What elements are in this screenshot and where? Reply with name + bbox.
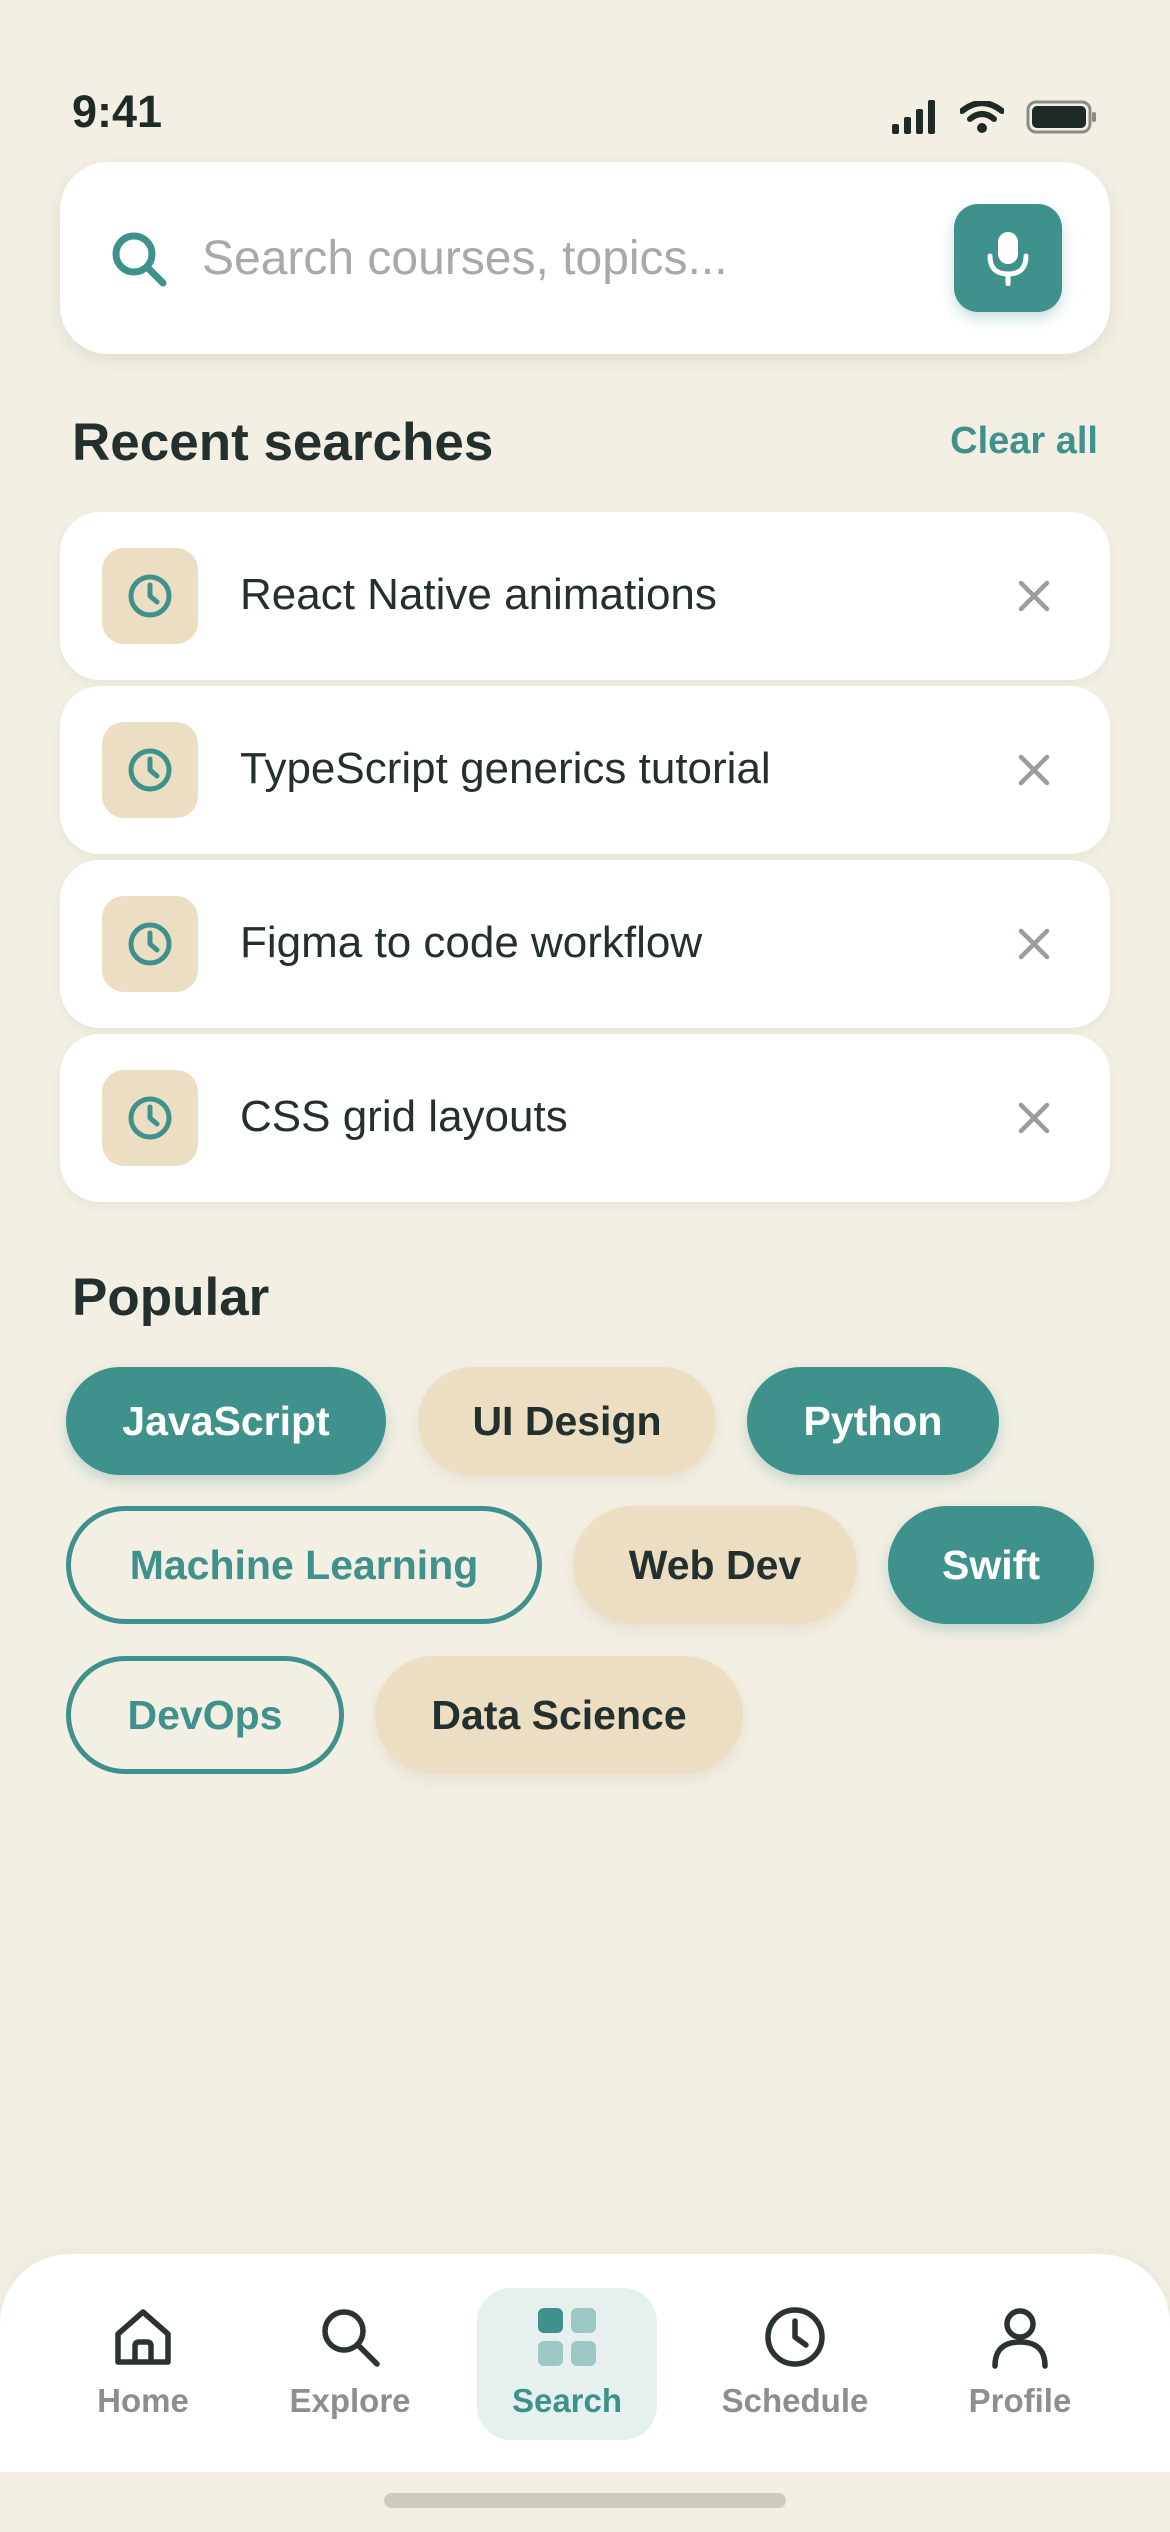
status-time: 9:41 [72, 86, 163, 137]
nav-label-schedule: Schedule [721, 2382, 869, 2419]
nav-item-schedule[interactable]: Schedule [715, 2288, 875, 2440]
clock-icon [128, 1096, 172, 1140]
grid-icon [538, 2308, 596, 2366]
home-indicator[interactable] [384, 2493, 786, 2508]
recent-searches-title: Recent searches [72, 413, 494, 472]
history-badge [102, 722, 198, 818]
clear-all-button[interactable]: Clear all [950, 420, 1098, 463]
remove-recent-button[interactable] [1000, 736, 1068, 804]
nav-label-home: Home [97, 2382, 189, 2419]
close-icon [1018, 1102, 1050, 1134]
bottom-navigation: Home Explore Search Schedule Profile [0, 2254, 1170, 2472]
search-icon [112, 232, 167, 287]
clock-icon [128, 574, 172, 618]
search-icon [322, 2309, 380, 2367]
search-screen: 9:41 Search courses, topics... Recent se… [0, 0, 1170, 2532]
clock-icon [128, 748, 172, 792]
microphone-icon [987, 232, 1029, 286]
recent-search-label: TypeScript generics tutorial [240, 744, 771, 793]
popular-chip-web-dev[interactable]: Web Dev [573, 1506, 857, 1624]
nav-item-search[interactable]: Search [477, 2288, 657, 2440]
close-icon [1018, 928, 1050, 960]
nav-item-home[interactable]: Home [73, 2288, 213, 2440]
wifi-icon [960, 101, 1004, 133]
nav-item-explore[interactable]: Explore [275, 2288, 425, 2440]
nav-label-profile: Profile [968, 2382, 1072, 2419]
voice-search-button[interactable] [954, 204, 1062, 312]
search-input[interactable] [202, 218, 972, 298]
remove-recent-button[interactable] [1000, 1084, 1068, 1152]
popular-chip-data-science[interactable]: Data Science [375, 1656, 743, 1774]
recent-search-item[interactable]: TypeScript generics tutorial [60, 686, 1110, 854]
nav-label-explore: Explore [289, 2382, 411, 2419]
history-badge [102, 896, 198, 992]
clock-icon [765, 2307, 825, 2367]
popular-chip-machine-learning[interactable]: Machine Learning [66, 1506, 542, 1624]
nav-label-search: Search [511, 2382, 623, 2419]
clock-icon [128, 922, 172, 966]
popular-chip-ui-design[interactable]: UI Design [418, 1367, 716, 1475]
remove-recent-button[interactable] [1000, 562, 1068, 630]
battery-icon [1026, 100, 1096, 134]
recent-search-item[interactable]: React Native animations [60, 512, 1110, 680]
status-bar: 9:41 [0, 0, 1170, 150]
recent-search-label: Figma to code workflow [240, 918, 703, 967]
popular-chip-devops[interactable]: DevOps [66, 1656, 344, 1774]
history-badge [102, 548, 198, 644]
recent-searches-list: React Native animations TypeScript gener… [60, 512, 1110, 1208]
popular-chip-swift[interactable]: Swift [888, 1506, 1094, 1624]
recent-search-item[interactable]: CSS grid layouts [60, 1034, 1110, 1202]
close-icon [1018, 754, 1050, 786]
search-bar [60, 162, 1110, 354]
nav-item-profile[interactable]: Profile [950, 2288, 1090, 2440]
home-icon [115, 2309, 171, 2365]
recent-search-label: CSS grid layouts [240, 1092, 568, 1141]
remove-recent-button[interactable] [1000, 910, 1068, 978]
recent-search-item[interactable]: Figma to code workflow [60, 860, 1110, 1028]
cellular-signal-icon [892, 100, 935, 134]
popular-title: Popular [72, 1268, 270, 1327]
status-icons [892, 100, 1098, 134]
popular-chip-python[interactable]: Python [747, 1367, 999, 1475]
close-icon [1018, 580, 1050, 612]
user-icon [992, 2308, 1048, 2369]
history-badge [102, 1070, 198, 1166]
popular-chip-javascript[interactable]: JavaScript [66, 1367, 386, 1475]
recent-search-label: React Native animations [240, 570, 717, 619]
